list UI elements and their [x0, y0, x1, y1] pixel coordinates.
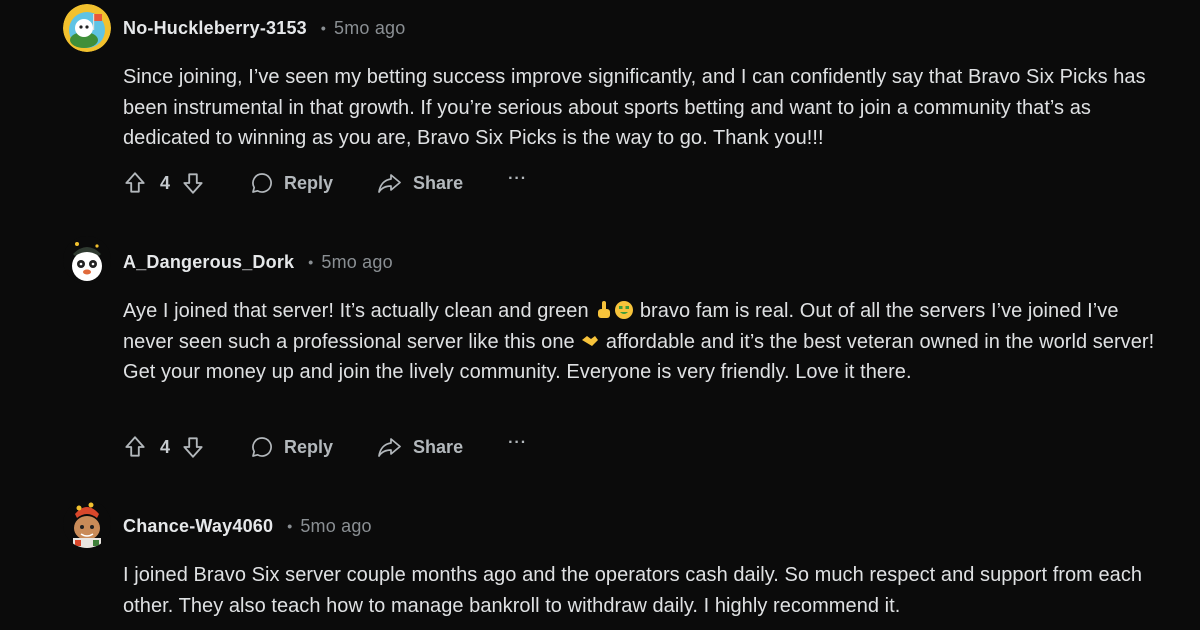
share-label: Share	[413, 172, 464, 193]
upvote-icon[interactable]	[122, 170, 148, 196]
reply-label: Reply	[284, 436, 334, 457]
reply-button[interactable]: Reply	[250, 171, 333, 195]
avatar[interactable]	[63, 236, 111, 284]
vote-count: 4	[160, 436, 171, 457]
timestamp[interactable]: 5mo ago	[334, 18, 405, 38]
separator-dot: •	[320, 20, 326, 36]
share-button[interactable]: Share	[377, 171, 463, 195]
separator-dot: •	[287, 518, 293, 534]
share-arrow-icon	[377, 435, 403, 459]
more-options-button[interactable]: ···	[508, 170, 527, 188]
share-button[interactable]: Share	[377, 435, 463, 459]
comment-bubble-icon	[250, 171, 274, 195]
avatar[interactable]	[63, 4, 111, 52]
username[interactable]: No-Huckleberry-3153	[123, 18, 307, 38]
more-options-button[interactable]: ···	[508, 434, 527, 452]
handshake-icon	[582, 335, 599, 346]
downvote-icon[interactable]	[180, 170, 206, 196]
comment-body: Since joining, I’ve seen my betting succ…	[123, 66, 1146, 149]
pointing-up-icon	[598, 301, 611, 318]
share-label: Share	[413, 436, 464, 457]
comment-body: I joined Bravo Six server couple months …	[123, 564, 1143, 617]
reply-button[interactable]: Reply	[250, 435, 333, 459]
comment-body: Aye I joined that server! It’s actually …	[123, 296, 1163, 388]
timestamp[interactable]: 5mo ago	[321, 252, 392, 272]
timestamp[interactable]: 5mo ago	[300, 516, 371, 536]
upvote-icon[interactable]	[122, 434, 148, 460]
username[interactable]: A_Dangerous_Dork	[123, 252, 294, 272]
downvote-icon[interactable]	[180, 434, 206, 460]
username[interactable]: Chance-Way4060	[123, 516, 273, 536]
comment-actions: 4 Reply Share ···	[122, 432, 527, 462]
share-arrow-icon	[377, 171, 403, 195]
separator-dot: •	[308, 254, 314, 270]
avatar[interactable]	[63, 500, 111, 548]
money-mouth-face-icon	[615, 301, 634, 319]
vote-count: 4	[160, 172, 171, 193]
comment-text: Aye I joined that server! It’s actually …	[123, 300, 595, 322]
reply-label: Reply	[284, 172, 334, 193]
comment-actions: 4 Reply Share ···	[122, 168, 527, 198]
comment-bubble-icon	[250, 435, 274, 459]
